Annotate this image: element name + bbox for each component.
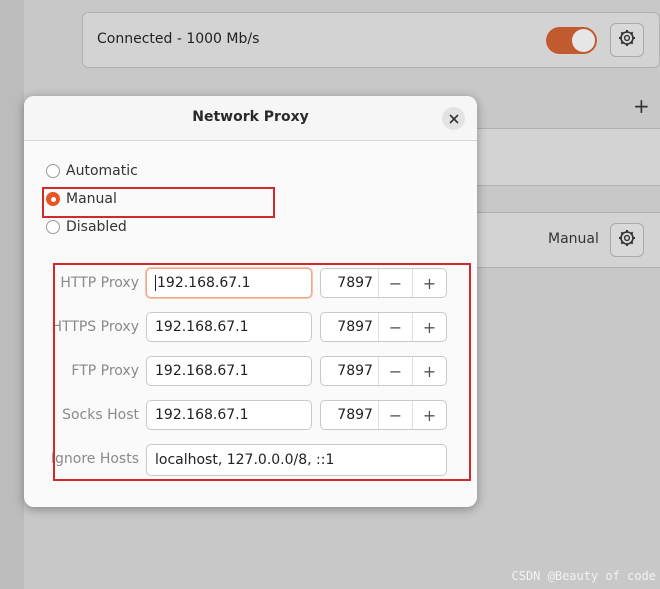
settings-sidebar-edge bbox=[0, 0, 24, 589]
add-vpn-button[interactable]: + bbox=[633, 96, 650, 116]
dialog-header: Network Proxy bbox=[24, 96, 477, 141]
proxy-mode-value: Manual bbox=[548, 231, 599, 247]
toggle-knob bbox=[572, 29, 595, 52]
mode-automatic-option[interactable]: Automatic bbox=[46, 163, 138, 179]
gear-icon bbox=[618, 29, 636, 51]
network-proxy-dialog: Network Proxy Automatic Manual Disabled … bbox=[24, 96, 477, 507]
radio-disabled[interactable] bbox=[46, 220, 60, 234]
vpn-row bbox=[470, 128, 660, 186]
proxy-fields-highlight-box bbox=[53, 263, 471, 481]
watermark: CSDN @Beauty of code bbox=[511, 569, 657, 583]
mode-disabled-option[interactable]: Disabled bbox=[46, 219, 127, 235]
connection-status: Connected - 1000 Mb/s bbox=[97, 31, 260, 47]
close-icon bbox=[448, 109, 459, 128]
manual-highlight-box bbox=[42, 187, 275, 218]
mode-disabled-label: Disabled bbox=[66, 219, 127, 235]
dialog-title: Network Proxy bbox=[192, 109, 309, 125]
gear-icon bbox=[618, 229, 636, 251]
mode-automatic-label: Automatic bbox=[66, 163, 138, 179]
close-button[interactable] bbox=[442, 107, 465, 130]
wired-settings-button[interactable] bbox=[610, 23, 644, 57]
wired-toggle[interactable] bbox=[546, 27, 597, 54]
proxy-settings-button[interactable] bbox=[610, 223, 644, 257]
radio-automatic[interactable] bbox=[46, 164, 60, 178]
